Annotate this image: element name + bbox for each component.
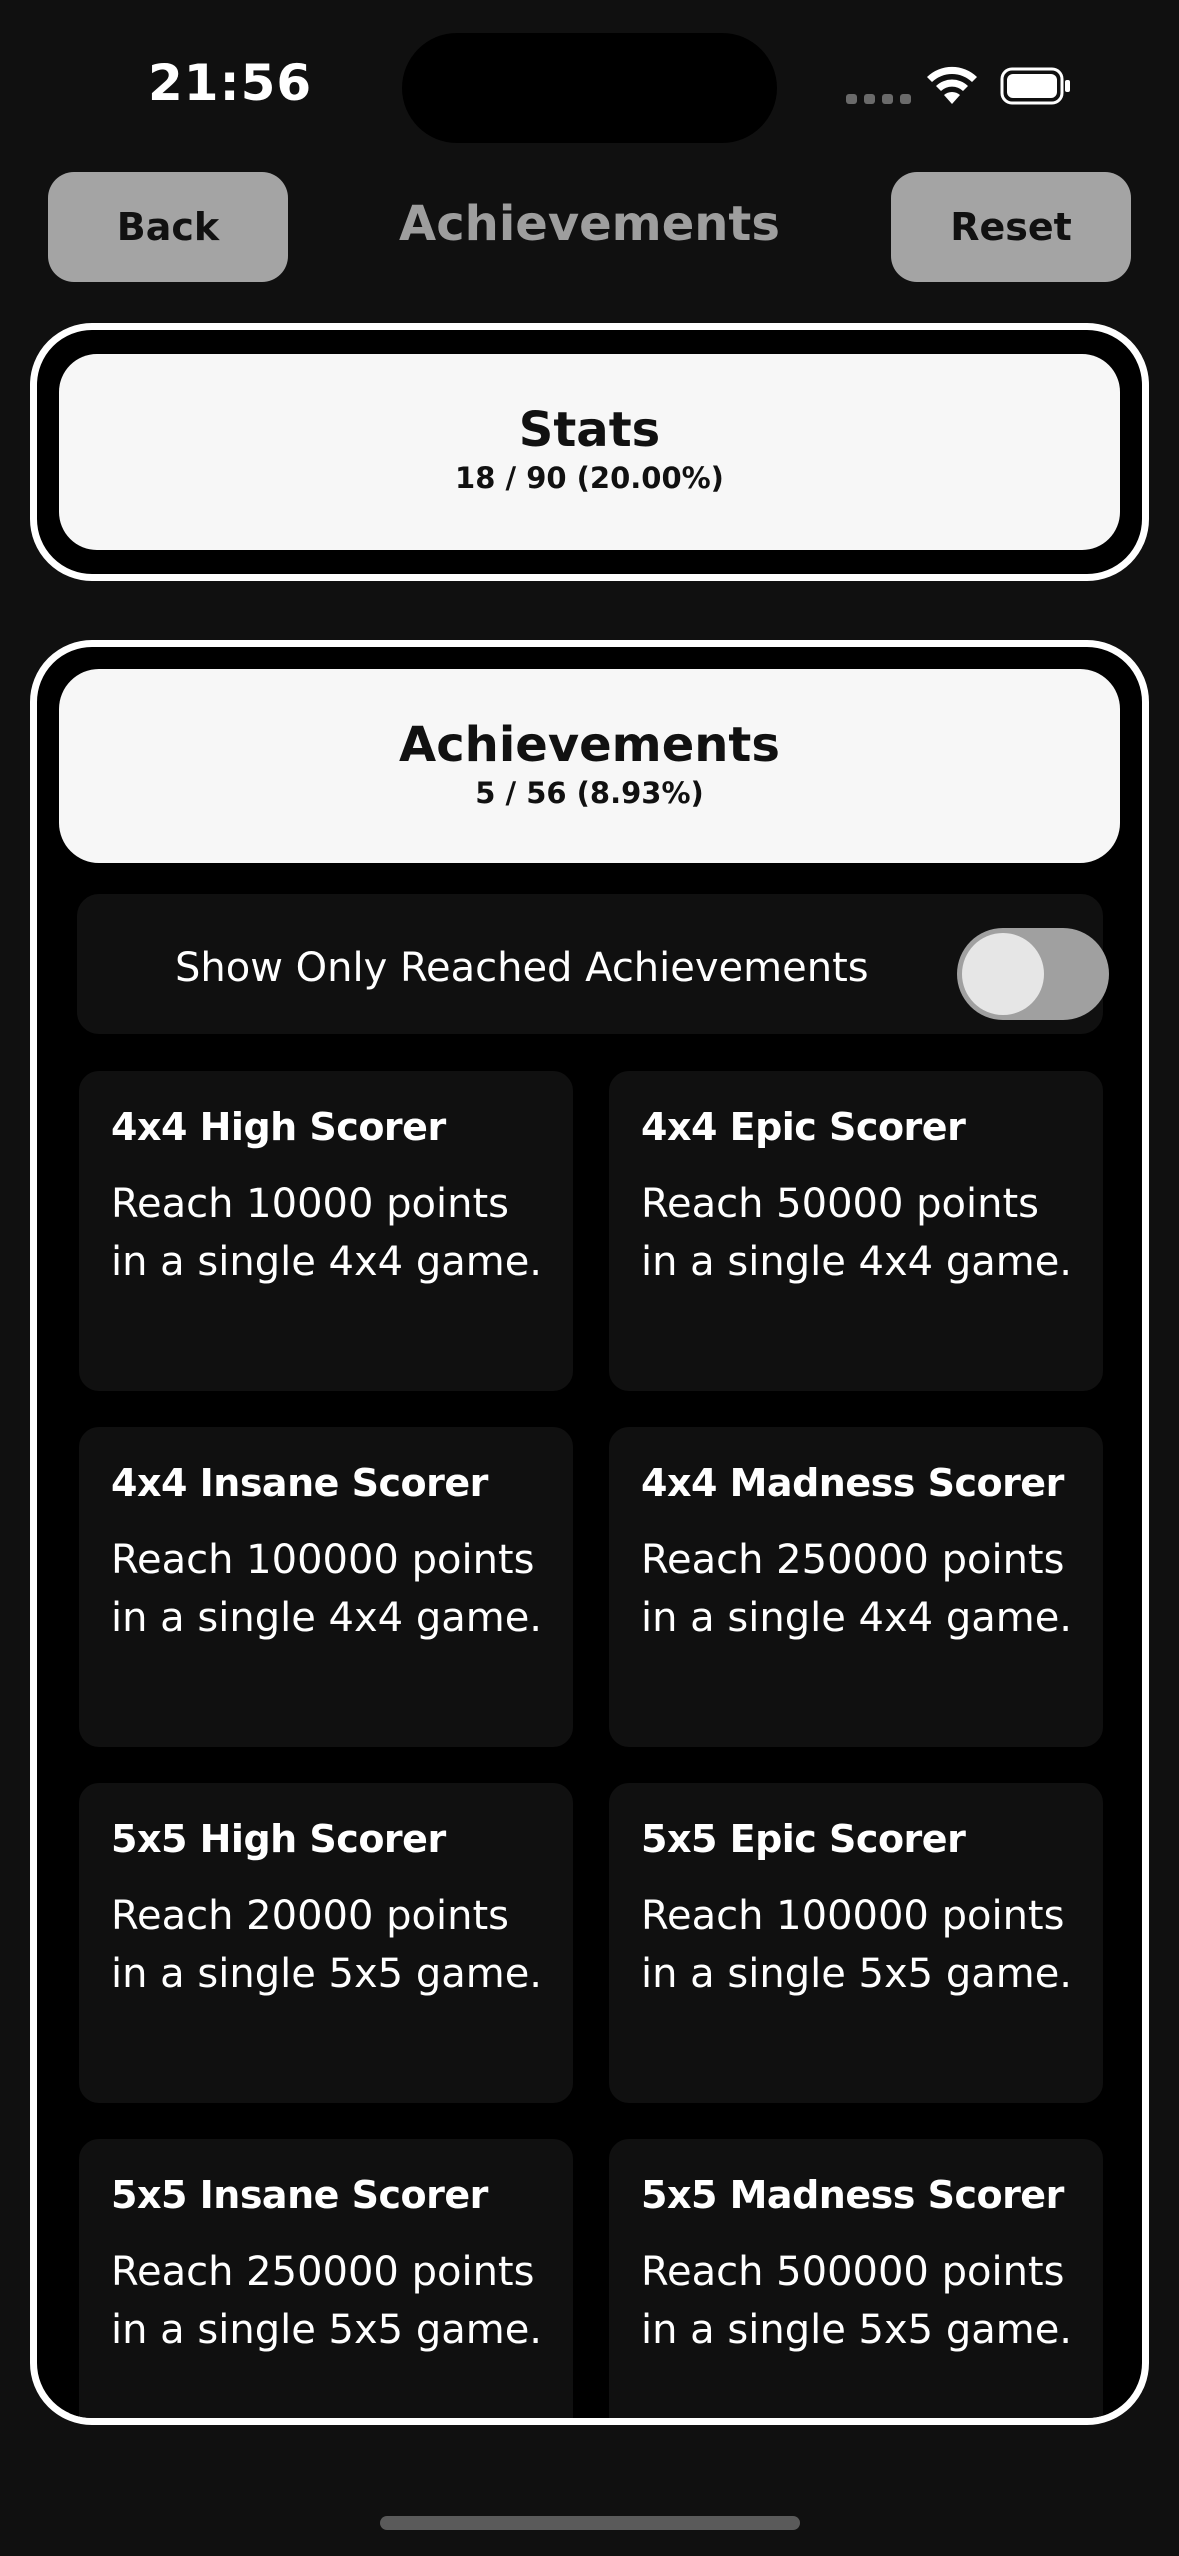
signal-icon [846, 94, 911, 104]
achievements-panel: Achievements 5 / 56 (8.93%) Show Only Re… [30, 640, 1149, 2425]
achievement-desc: Reach 100000 points in a single 4x4 game… [111, 1537, 543, 1641]
achievements-card[interactable]: Achievements 5 / 56 (8.93%) [59, 669, 1120, 863]
achievements-progress: 5 / 56 (8.93%) [475, 775, 704, 810]
dynamic-island [402, 33, 777, 143]
reached-filter-toggle[interactable] [957, 928, 1109, 1020]
achievement-name: 4x4 Madness Scorer [641, 1461, 1064, 1505]
achievement-item[interactable]: 5x5 Epic Scorer Reach 100000 points in a… [599, 1773, 1113, 2113]
reset-button[interactable]: Reset [891, 172, 1131, 282]
stats-panel: Stats 18 / 90 (20.00%) [30, 323, 1149, 581]
achievement-name: 5x5 Madness Scorer [641, 2173, 1064, 2217]
achievement-item[interactable]: 5x5 Madness Scorer Reach 500000 points i… [599, 2129, 1113, 2418]
page-title: Achievements [399, 196, 780, 252]
status-time: 21:56 [148, 54, 313, 112]
toggle-knob [962, 933, 1044, 1015]
back-button[interactable]: Back [48, 172, 288, 282]
wifi-icon [927, 66, 977, 104]
achievement-desc: Reach 250000 points in a single 4x4 game… [641, 1537, 1073, 1641]
achievement-item[interactable]: 4x4 Madness Scorer Reach 250000 points i… [599, 1417, 1113, 1757]
achievement-item[interactable]: 4x4 High Scorer Reach 10000 points in a … [69, 1061, 583, 1401]
achievement-name: 4x4 Epic Scorer [641, 1105, 966, 1149]
achievement-name: 4x4 Insane Scorer [111, 1461, 488, 1505]
achievements-grid: 4x4 High Scorer Reach 10000 points in a … [69, 1061, 1113, 2418]
stats-title: Stats [518, 402, 661, 458]
achievement-desc: Reach 50000 points in a single 4x4 game. [641, 1181, 1073, 1285]
achievement-item[interactable]: 4x4 Epic Scorer Reach 50000 points in a … [599, 1061, 1113, 1401]
achievement-name: 5x5 Epic Scorer [641, 1817, 966, 1861]
reached-filter-label: Show Only Reached Achievements [175, 945, 869, 991]
battery-icon [1000, 67, 1070, 105]
achievement-desc: Reach 20000 points in a single 5x5 game. [111, 1893, 543, 1997]
achievement-desc: Reach 100000 points in a single 5x5 game… [641, 1893, 1073, 1997]
home-indicator[interactable] [380, 2516, 800, 2530]
reached-filter-row: Show Only Reached Achievements [67, 884, 1113, 1044]
achievement-desc: Reach 10000 points in a single 4x4 game. [111, 1181, 543, 1285]
achievement-item[interactable]: 5x5 Insane Scorer Reach 250000 points in… [69, 2129, 583, 2418]
achievement-name: 5x5 High Scorer [111, 1817, 446, 1861]
achievements-title: Achievements [399, 717, 780, 773]
achievement-desc: Reach 250000 points in a single 5x5 game… [111, 2249, 543, 2353]
achievement-name: 5x5 Insane Scorer [111, 2173, 488, 2217]
achievement-item[interactable]: 5x5 High Scorer Reach 20000 points in a … [69, 1773, 583, 2113]
achievement-desc: Reach 500000 points in a single 5x5 game… [641, 2249, 1073, 2353]
stats-progress: 18 / 90 (20.00%) [455, 460, 724, 495]
achievement-name: 4x4 High Scorer [111, 1105, 446, 1149]
stats-card[interactable]: Stats 18 / 90 (20.00%) [59, 354, 1120, 550]
achievement-item[interactable]: 4x4 Insane Scorer Reach 100000 points in… [69, 1417, 583, 1757]
